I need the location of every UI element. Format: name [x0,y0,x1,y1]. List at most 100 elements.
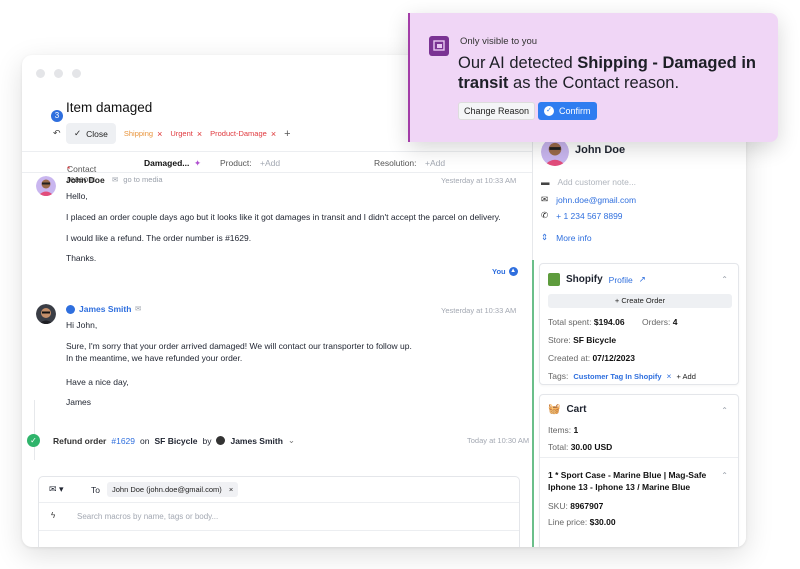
product-add[interactable]: +Add [260,158,280,168]
message-sender: John Doe [66,175,105,185]
refund-by: by [202,435,212,446]
message-time: Yesterday at 10:33 AM [441,176,517,185]
tag-product-damage[interactable]: Product-Damage × [210,129,276,139]
refund-on: on [140,435,150,446]
refund-store: SF Bicycle [154,435,198,446]
macro-search-input[interactable]: Search macros by name, tags or body... [77,512,218,521]
ticket-title: Item damaged [66,100,153,115]
message-line: Have a nice day, [66,377,129,387]
shopify-card: Shopify Profile ↗ ⌃ + Create Order Total… [539,263,739,385]
window-dot[interactable] [72,69,81,78]
customer-email-row: ✉ john.doe@gmail.com [541,194,636,205]
message-line: Thanks. [66,253,97,263]
change-reason-button[interactable]: Change Reason [458,102,536,120]
add-tag-icon[interactable]: + [284,128,290,140]
store-row: Store: SF Bicycle [548,335,617,345]
line-price-row: Line price: $30.00 [548,517,616,527]
shopify-title: Shopify [566,274,603,285]
tag-urgent[interactable]: Urgent × [170,129,202,139]
orders-row: Orders: 4 [642,317,678,327]
history-icon[interactable]: ↶ [53,128,61,139]
go-to-media-link[interactable]: go to media [123,175,162,184]
customer-note-input[interactable]: Add customer note... [558,177,636,187]
timeline-line [34,400,35,460]
more-info-link[interactable]: ⇕ More info [541,232,592,243]
channel-select-email-icon[interactable]: ✉ ▾ [49,484,64,495]
window-dot[interactable] [36,69,45,78]
add-tag-button[interactable]: + Add [677,372,696,381]
you-label: You [492,267,506,276]
sku-row: SKU: 8967907 [548,501,604,511]
cart-product: 1 * Sport Case - Marine Blue | Mag-Safe … [548,470,707,492]
total-spent-row: Total spent: $194.06 [548,317,625,327]
collapse-icon[interactable]: ⌃ [721,275,728,284]
sidebar-accent [532,260,534,547]
remove-recipient-icon[interactable]: × [229,485,233,494]
customer-phone[interactable]: + 1 234 567 8899 [556,211,622,221]
shopify-tag[interactable]: Customer Tag In Shopify [573,372,661,381]
macro-search-row[interactable]: ϟ Search macros by name, tags or body... [39,503,519,531]
tags-label: Tags: [548,371,569,381]
phone-icon: ✆ [541,210,549,220]
divider [540,457,738,458]
refund-order-link[interactable]: #1629 [111,436,135,446]
refund-time: Today at 10:30 AM [467,436,530,445]
create-order-button[interactable]: + Create Order [548,294,732,308]
tags-row: Tags: Customer Tag In Shopify × + Add [548,371,696,381]
thumbs-up-icon: ▲ [508,267,518,276]
remove-tag-icon[interactable]: × [157,129,162,139]
notification-badge: 3 [51,110,63,122]
external-link-icon[interactable]: ↗ [639,274,646,285]
customer-note-field[interactable]: ▬ Add customer note... [541,177,636,187]
collapse-icon[interactable]: ⌃ [721,406,728,415]
created-at-row: Created at: 07/12/2023 [548,353,635,363]
contact-reason-value[interactable]: Damaged... [144,158,189,168]
confirm-label: Confirm [559,106,591,116]
recipient-chip[interactable]: John Doe (john.doe@gmail.com) × [107,482,239,497]
ai-detection-message: Our AI detected Shipping - Damaged in tr… [458,54,757,92]
email-icon: ✉ [112,175,119,184]
basket-icon: 🧺 [548,404,561,415]
email-icon: ✉ [135,304,142,313]
cart-card: 🧺 Cart ⌃ Items: 1 Total: 30.00 USD 1 * S… [539,394,739,547]
avatar [36,304,56,324]
message-line: I placed an order couple days ago but it… [66,212,501,222]
check-icon: ✓ [74,128,82,138]
tag-label: Product-Damage [210,129,267,138]
customer-email[interactable]: john.doe@gmail.com [556,195,636,205]
total-row: Total: 30.00 USD [548,442,613,452]
customer-name: John Doe [575,144,626,156]
shopify-icon [548,273,560,286]
refund-event: ✓ Refund order #1629 on SF Bicycle by Ja… [27,434,537,447]
resolution-add[interactable]: +Add [425,158,445,168]
message-line: Hi John, [66,320,98,330]
message-line: James [66,397,92,407]
remove-tag-icon[interactable]: × [197,129,202,139]
more-info-label: More info [556,232,592,243]
window-controls [36,69,81,78]
agent-name: James Smith [79,304,132,314]
confirm-button[interactable]: ✓ Confirm [538,102,597,120]
product-label: Product: [220,158,252,168]
window-dot[interactable] [54,69,63,78]
ai-sparkle-icon: ✦ [194,158,202,168]
shopify-header: Shopify Profile ↗ [548,273,646,286]
refund-label: Refund order [53,435,107,446]
message-line: I would like a refund. The order number … [66,233,252,243]
customer-phone-row: ✆ + 1 234 567 8899 [541,210,623,221]
close-button[interactable]: ✓ Close [66,123,116,144]
collapse-icon[interactable]: ⌃ [721,471,728,480]
items-row: Items: 1 [548,425,579,435]
message-line: Sure, I'm sorry that your order arrived … [66,341,412,351]
tag-shipping[interactable]: Shipping × [124,129,162,139]
close-button-label: Close [86,128,108,139]
remove-tag-icon[interactable]: × [271,129,276,139]
cart-title: Cart [566,404,587,415]
avatar [36,176,56,196]
chevron-down-icon[interactable]: ⌄ [288,435,295,446]
customer-avatar [541,138,569,166]
message-line: Hello, [66,191,88,201]
remove-tag-icon[interactable]: × [667,371,672,381]
shopify-profile-link[interactable]: Profile [609,275,633,285]
message-time: Yesterday at 10:33 AM [441,306,517,315]
